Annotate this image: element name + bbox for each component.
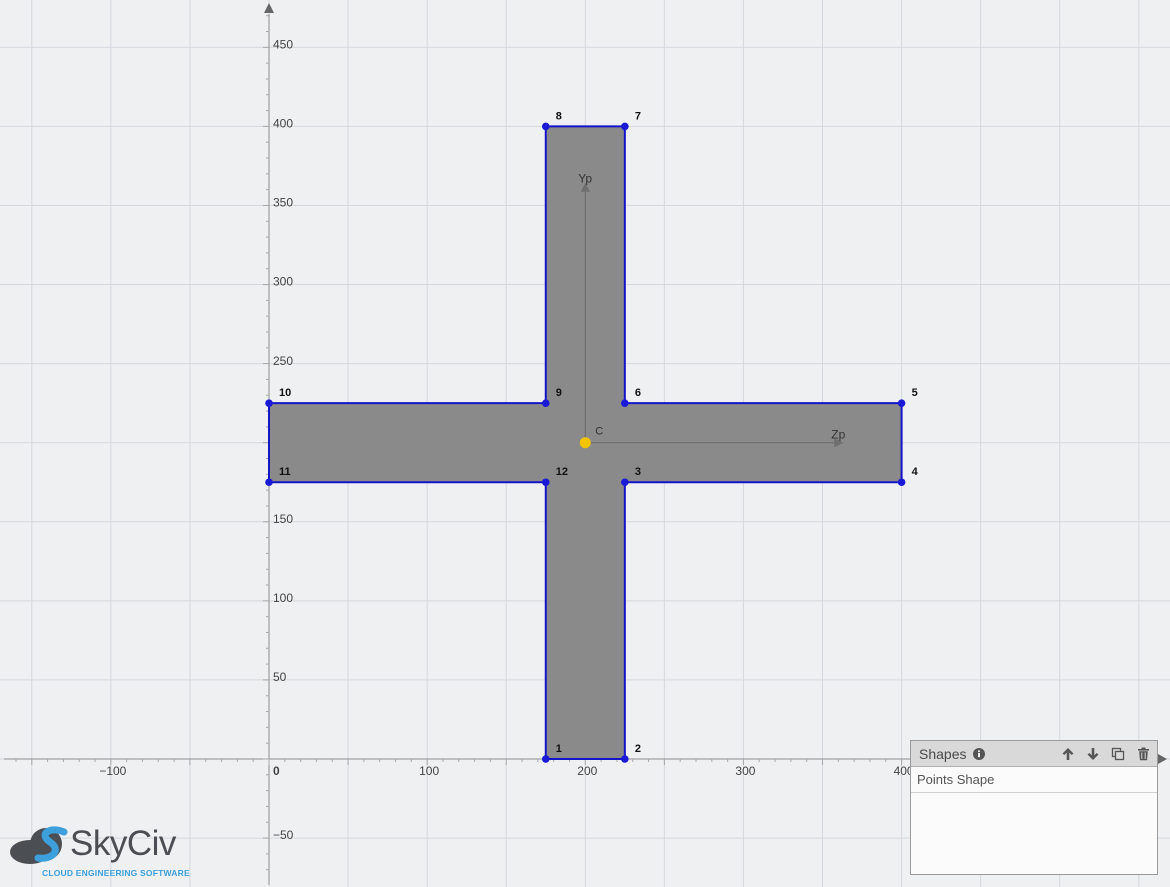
y-tick-label: 100 [273, 591, 293, 605]
arrow-up-icon [1062, 747, 1074, 760]
skyciv-logo-mark-icon [10, 826, 68, 864]
y-tick-label: 350 [273, 196, 293, 210]
node-label: 1 [556, 743, 562, 755]
shapes-panel-title: Shapes [919, 745, 967, 762]
shape-list-item[interactable]: Points Shape [911, 767, 1157, 793]
node-label: 3 [635, 466, 641, 478]
shape-node[interactable] [541, 399, 550, 407]
shape-node[interactable] [621, 755, 629, 763]
delete-button[interactable] [1135, 746, 1151, 762]
info-circle-icon[interactable] [973, 747, 986, 760]
shape-node[interactable] [265, 478, 273, 487]
x-tick-label: 0 [273, 764, 280, 778]
shape-node[interactable] [897, 399, 906, 407]
y-tick-label: 450 [273, 37, 293, 51]
arrow-down-icon [1087, 747, 1099, 760]
move-down-button[interactable] [1085, 746, 1101, 762]
shape-node[interactable] [897, 478, 906, 487]
node-label: 6 [635, 387, 641, 399]
shape-node[interactable] [621, 122, 629, 131]
y-tick-label: 400 [273, 117, 293, 131]
skyciv-logo: SkyCiv CLOUD ENGINEERING SOFTWARE [8, 822, 198, 882]
shapes-panel-header: Shapes [911, 741, 1157, 767]
node-label: 10 [279, 387, 291, 399]
node-label: 7 [635, 110, 641, 122]
y-tick-label: 50 [273, 670, 287, 684]
shape-node[interactable] [265, 399, 273, 407]
node-label: 2 [635, 743, 641, 755]
node-label: 12 [556, 466, 568, 478]
node-label: 9 [556, 387, 562, 399]
y-tick-label: 250 [273, 354, 293, 368]
move-up-button[interactable] [1060, 746, 1076, 762]
x-tick-label: 200 [577, 764, 597, 778]
points-shape[interactable]: Zp Yp 1 23 4567891011 12 C [265, 110, 919, 763]
y-tick-label: −50 [273, 828, 294, 842]
shape-node[interactable] [541, 755, 550, 763]
shape-node[interactable] [621, 399, 629, 407]
x-tick-label: 300 [735, 764, 755, 778]
node-label: 4 [912, 466, 919, 478]
copy-icon [1111, 747, 1125, 760]
duplicate-button[interactable] [1110, 746, 1126, 762]
x-axis-arrow-icon [1158, 754, 1167, 764]
shape-node[interactable] [541, 478, 550, 487]
yp-label: Yp [578, 172, 592, 186]
shape-node[interactable] [541, 122, 550, 131]
x-tick-label: 100 [419, 764, 439, 778]
y-axis-arrow-icon [264, 3, 274, 13]
x-tick-label: −100 [99, 764, 126, 778]
node-label: 5 [912, 387, 918, 399]
zp-label: Zp [831, 428, 845, 442]
y-tick-label: 300 [273, 275, 293, 289]
centroid-label: C [595, 426, 603, 438]
y-tick-label: 150 [273, 512, 293, 526]
trash-icon [1137, 747, 1149, 760]
shape-node[interactable] [621, 478, 629, 487]
node-label: 11 [279, 466, 291, 478]
logo-tagline: CLOUD ENGINEERING SOFTWARE [42, 868, 190, 878]
shapes-panel: Shapes Points Shape [910, 740, 1158, 875]
logo-wordmark: SkyCiv [70, 824, 176, 863]
centroid-marker [579, 437, 591, 449]
node-label: 8 [556, 110, 562, 122]
